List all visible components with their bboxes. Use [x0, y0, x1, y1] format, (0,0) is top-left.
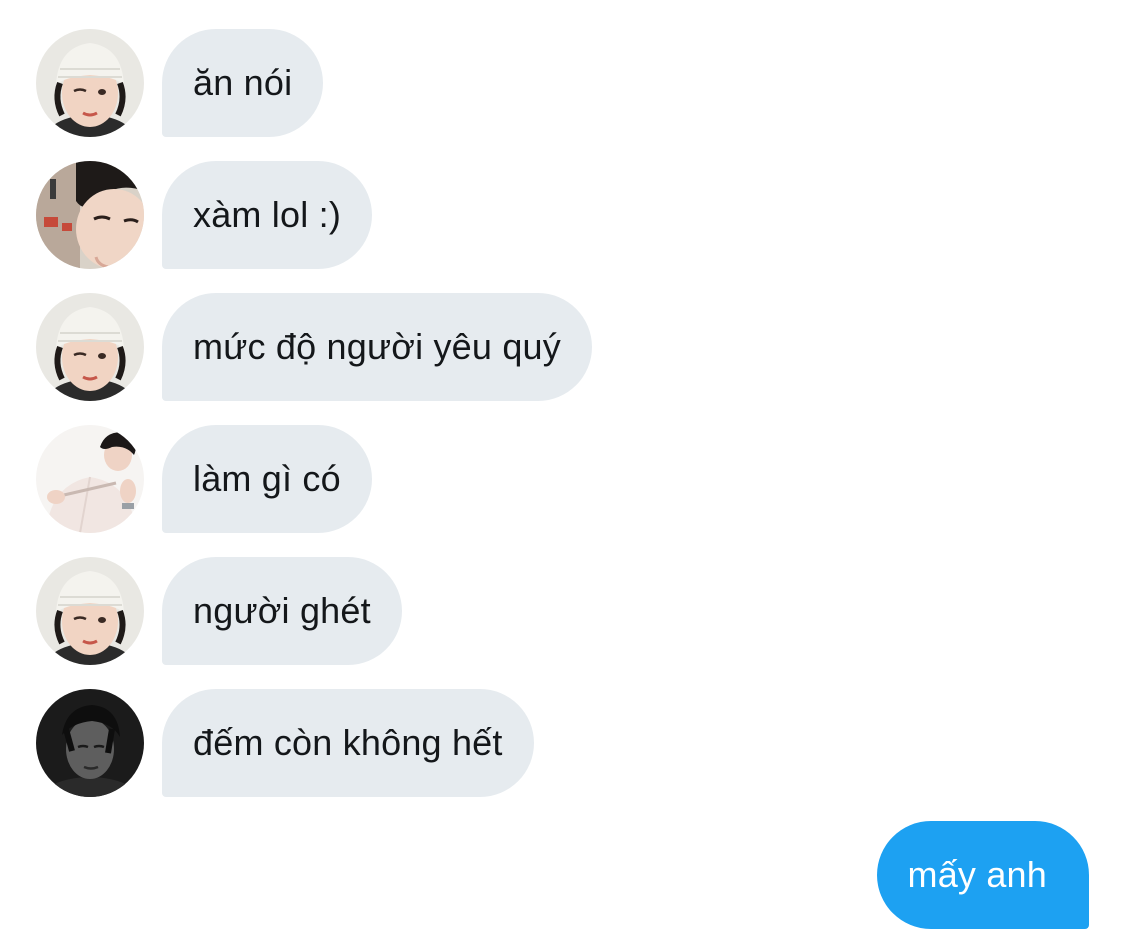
beanie-wink-avatar-icon: [36, 293, 144, 401]
message-row: mức độ người yêu quý: [36, 293, 592, 401]
my-message-bubble[interactable]: mấy anh: [876, 821, 1089, 929]
message-row: ăn nói: [36, 29, 324, 137]
message-row: xàm lol :): [36, 161, 373, 269]
avatar[interactable]: [36, 557, 144, 665]
dark-portrait-avatar-icon: [36, 689, 144, 797]
avatar[interactable]: [36, 29, 144, 137]
avatar[interactable]: [36, 689, 144, 797]
white-shirt-avatar-icon: [36, 425, 144, 533]
message-bubble[interactable]: làm gì có: [162, 425, 372, 533]
message-bubble[interactable]: ăn nói: [162, 29, 324, 137]
avatar[interactable]: [36, 293, 144, 401]
message-row: người ghét: [36, 557, 402, 665]
message-row: làm gì có: [36, 425, 372, 533]
message-bubble[interactable]: xàm lol :): [162, 161, 373, 269]
beanie-wink-avatar-icon: [36, 557, 144, 665]
avatar[interactable]: [36, 161, 144, 269]
avatar[interactable]: [36, 425, 144, 533]
message-bubble[interactable]: đếm còn không hết: [162, 689, 534, 797]
message-row: đếm còn không hết: [36, 689, 534, 797]
selfie-face-avatar-icon: [36, 161, 144, 269]
message-bubble[interactable]: mức độ người yêu quý: [162, 293, 592, 401]
message-bubble[interactable]: người ghét: [162, 557, 402, 665]
beanie-wink-avatar-icon: [36, 29, 144, 137]
